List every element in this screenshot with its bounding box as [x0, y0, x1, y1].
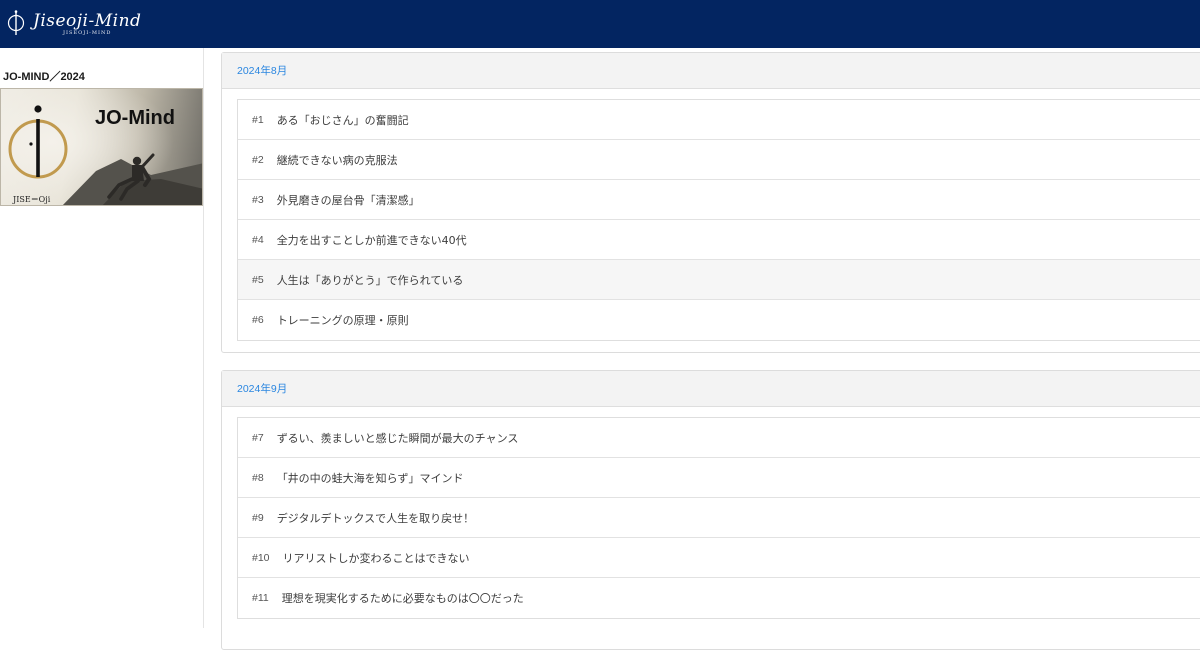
item-number: #7: [252, 431, 264, 444]
main-content: 2024年8月 #1 ある「おじさん」の奮闘記 #2 継続できない病の克服法 #3 外…: [221, 48, 1200, 650]
list-item[interactable]: #11 理想を現実化するために必要なものは〇〇だった: [238, 578, 1200, 618]
item-number: #4: [252, 233, 264, 246]
item-title: 「井の中の蛙大海を知らず」マインド: [276, 471, 464, 485]
item-title: トレーニングの原理・原則: [276, 314, 409, 327]
item-title: ある「おじさん」の奮闘記: [276, 113, 409, 127]
sidebar: JO-MIND／2024 JISE＝Oji JO-Mind: [0, 48, 204, 628]
card-header: 2024年9月: [222, 371, 1200, 407]
item-number: #3: [252, 193, 264, 206]
banner-mark-text: JISE＝Oji: [12, 195, 51, 204]
item-number: #11: [252, 592, 269, 604]
month-card-september: 2024年9月 #7 ずるい、羨ましいと感じた瞬間が最大のチャンス #8 「井の中の…: [221, 370, 1200, 650]
list-item[interactable]: #4 全力を出すことしか前進できない40代: [238, 220, 1200, 260]
item-number: #8: [252, 471, 264, 484]
month-link[interactable]: 2024年8月: [237, 63, 287, 78]
banner-graphic: JISE＝Oji JO-Mind: [1, 89, 202, 205]
list-item[interactable]: #3 外見磨きの屋台骨「清潔感」: [238, 180, 1200, 220]
jo-mind-banner[interactable]: JISE＝Oji JO-Mind: [0, 88, 203, 206]
item-number: #5: [252, 273, 264, 286]
list-item[interactable]: #9 デジタルデトックスで人生を取り戻せ！: [238, 498, 1200, 538]
item-number: #6: [252, 314, 264, 326]
sidebar-title: JO-MIND／2024: [3, 71, 85, 83]
list-item[interactable]: #6 トレーニングの原理・原則: [238, 300, 1200, 340]
banner-title: JO-Mind: [95, 107, 175, 129]
item-number: #9: [252, 511, 264, 524]
item-title: 理想を現実化するために必要なものは〇〇だった: [281, 592, 524, 605]
item-number: #1: [252, 113, 264, 126]
item-title: 継続できない病の克服法: [276, 153, 398, 167]
month-link[interactable]: 2024年9月: [237, 381, 287, 396]
list-item[interactable]: #10 リアリストしか変わることはできない: [238, 538, 1200, 578]
list-item-hovered[interactable]: #5 人生は「ありがとう」で作られている: [238, 260, 1200, 300]
brand-script: Jiseoji-Mind: [33, 10, 142, 31]
article-list: #7 ずるい、羨ましいと感じた瞬間が最大のチャンス #8 「井の中の蛙大海を知らず」…: [237, 417, 1200, 619]
item-title: 人生は「ありがとう」で作られている: [276, 273, 464, 287]
item-title: ずるい、羨ましいと感じた瞬間が最大のチャンス: [276, 431, 519, 445]
list-item[interactable]: #8 「井の中の蛙大海を知らず」マインド: [238, 458, 1200, 498]
item-title: 全力を出すことしか前進できない40代: [276, 233, 467, 247]
card-header: 2024年8月: [222, 53, 1200, 89]
item-title: リアリストしか変わることはできない: [282, 551, 470, 565]
brand-logo[interactable]: Jiseoji-Mind JISEOJI-MIND: [33, 12, 141, 37]
article-list: #1 ある「おじさん」の奮闘記 #2 継続できない病の克服法 #3 外見磨きの屋台骨「…: [237, 99, 1200, 341]
list-item[interactable]: #7 ずるい、羨ましいと感じた瞬間が最大のチャンス: [238, 418, 1200, 458]
month-card-august: 2024年8月 #1 ある「おじさん」の奮闘記 #2 継続できない病の克服法 #3 外…: [221, 52, 1200, 353]
item-number: #10: [252, 551, 270, 564]
site-header: Jiseoji-Mind JISEOJI-MIND: [0, 0, 1200, 48]
list-item[interactable]: #2 継続できない病の克服法: [238, 140, 1200, 180]
jiseoji-logo-icon[interactable]: [7, 9, 25, 39]
item-title: デジタルデトックスで人生を取り戻せ！: [276, 511, 475, 525]
item-number: #2: [252, 153, 264, 166]
item-title: 外見磨きの屋台骨「清潔感」: [276, 193, 420, 207]
brand-subtitle: JISEOJI-MIND: [63, 29, 112, 36]
list-item[interactable]: #1 ある「おじさん」の奮闘記: [238, 100, 1200, 140]
